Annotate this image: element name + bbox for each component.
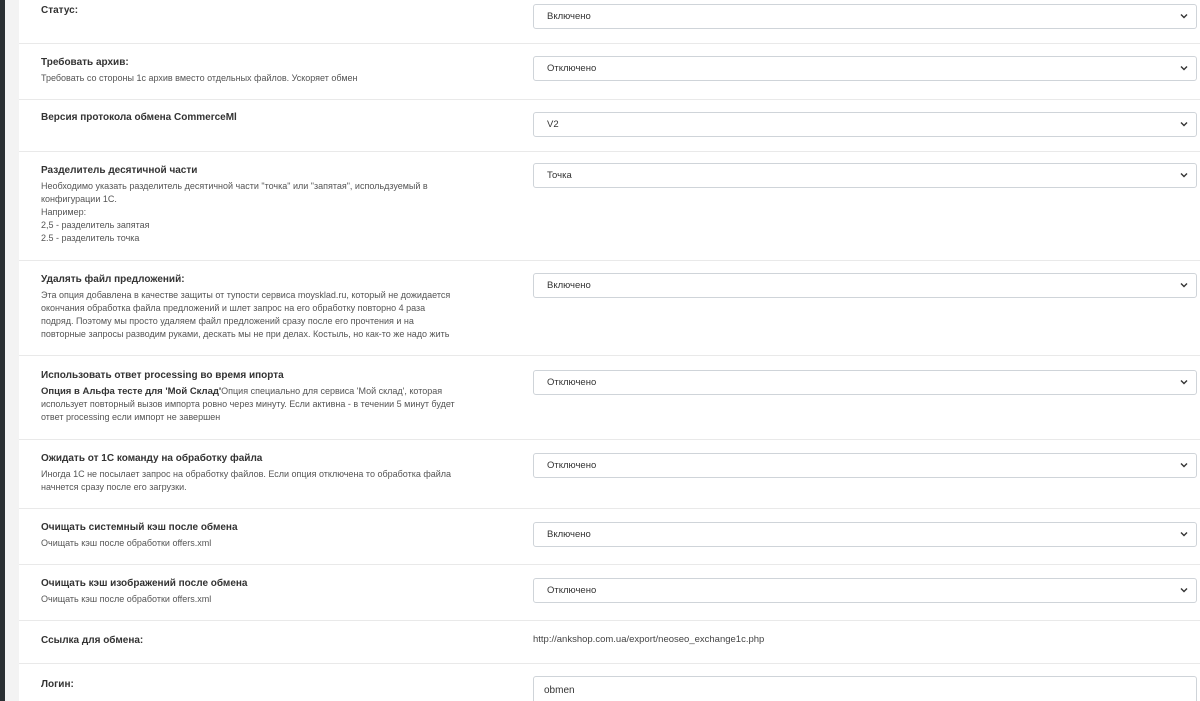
chevron-down-icon — [1180, 66, 1188, 71]
left-sidebar-edge — [0, 0, 5, 701]
login-input[interactable] — [533, 676, 1197, 701]
processing-response-select[interactable]: Отключено — [533, 370, 1197, 395]
setting-description: Требовать со стороны 1с архив вместо отд… — [41, 73, 358, 83]
setting-title: Очищать кэш изображений после обмена — [41, 578, 248, 589]
select-value: Отключено — [547, 377, 597, 388]
chevron-down-icon — [1180, 14, 1188, 19]
clear-system-cache-select[interactable]: Включено — [533, 522, 1197, 547]
setting-title: Удалять файл предложений: — [41, 274, 185, 285]
chevron-down-icon — [1180, 588, 1188, 593]
setting-title: Статус: — [41, 5, 79, 16]
setting-row-decimal-separator: Разделитель десятичной части Необходимо … — [19, 152, 1200, 261]
setting-title: Использовать ответ processing во время и… — [41, 370, 284, 381]
select-value: Точка — [547, 170, 572, 181]
setting-row-login: Логин: — [19, 664, 1200, 701]
delete-offers-file-select[interactable]: Включено — [533, 273, 1197, 298]
setting-row-require-archive: Требовать архив: Требовать со стороны 1с… — [19, 44, 1200, 100]
setting-title: Разделитель десятичной части — [41, 165, 198, 176]
setting-row-status: Статус: Включено — [19, 0, 1200, 44]
status-select[interactable]: Включено — [533, 4, 1197, 29]
setting-row-clear-image-cache: Очищать кэш изображений после обмена Очи… — [19, 565, 1200, 621]
protocol-version-select[interactable]: V2 — [533, 112, 1197, 137]
chevron-down-icon — [1180, 463, 1188, 468]
chevron-down-icon — [1180, 122, 1188, 127]
wait-1c-command-select[interactable]: Отключено — [533, 453, 1197, 478]
setting-title: Логин: — [41, 679, 74, 690]
setting-description: Необходимо указать разделитель десятично… — [41, 181, 428, 243]
chevron-down-icon — [1180, 283, 1188, 288]
select-value: Отключено — [547, 585, 597, 596]
setting-row-delete-offers-file: Удалять файл предложений: Эта опция доба… — [19, 261, 1200, 356]
select-value: Включено — [547, 11, 591, 22]
setting-description: Очищать кэш после обработки offers.xml — [41, 594, 212, 604]
chevron-down-icon — [1180, 173, 1188, 178]
setting-title: Очищать системный кэш после обмена — [41, 522, 238, 533]
setting-row-wait-1c-command: Ожидать от 1С команду на обработку файла… — [19, 440, 1200, 509]
setting-title: Ожидать от 1С команду на обработку файла — [41, 453, 263, 464]
decimal-separator-select[interactable]: Точка — [533, 163, 1197, 188]
clear-image-cache-select[interactable]: Отключено — [533, 578, 1197, 603]
chevron-down-icon — [1180, 532, 1188, 537]
require-archive-select[interactable]: Отключено — [533, 56, 1197, 81]
setting-row-processing-response: Использовать ответ processing во время и… — [19, 356, 1200, 440]
select-value: Включено — [547, 529, 591, 540]
setting-row-exchange-link: Ссылка для обмена: http://ankshop.com.ua… — [19, 621, 1200, 664]
setting-title: Ссылка для обмена: — [41, 635, 144, 646]
select-value: Отключено — [547, 460, 597, 471]
setting-description: Иногда 1С не посылает запрос на обработк… — [41, 469, 452, 492]
setting-row-protocol-version: Версия протокола обмена CommerceMl V2 — [19, 100, 1200, 152]
settings-panel: Статус: Включено Требовать архив: Требов… — [19, 0, 1200, 701]
setting-description: Эта опция добавлена в качестве защиты от… — [41, 290, 451, 339]
chevron-down-icon — [1180, 380, 1188, 385]
alpha-test-note: Опция в Альфа тесте для 'Мой Склад' — [41, 386, 222, 397]
select-value: Включено — [547, 280, 591, 291]
exchange-link-url: http://ankshop.com.ua/export/neoseo_exch… — [533, 634, 765, 645]
setting-title: Версия протокола обмена CommerceMl — [41, 112, 237, 123]
select-value: Отключено — [547, 63, 597, 74]
setting-title: Требовать архив: — [41, 57, 129, 68]
setting-row-clear-system-cache: Очищать системный кэш после обмена Очища… — [19, 509, 1200, 565]
select-value: V2 — [547, 119, 559, 130]
setting-description: Опция в Альфа тесте для 'Мой Склад'Опция… — [41, 386, 455, 422]
setting-description: Очищать кэш после обработки offers.xml — [41, 538, 212, 548]
